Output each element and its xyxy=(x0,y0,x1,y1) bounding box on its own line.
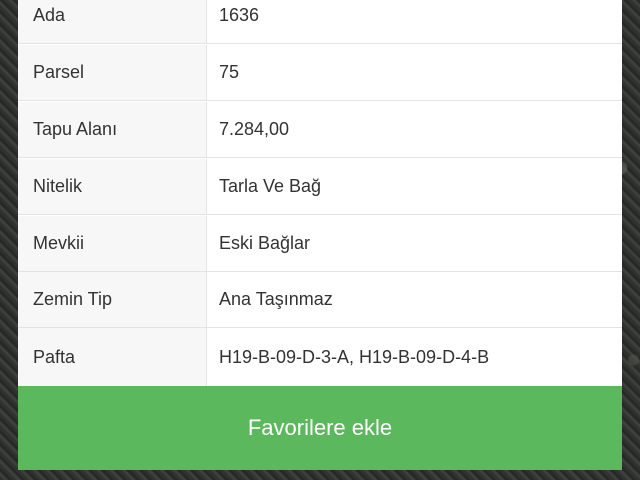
row-label: Parsel xyxy=(18,45,207,100)
table-row-mevkii: Mevkii Eski Bağlar xyxy=(18,216,622,272)
row-label: Zemin Tip xyxy=(18,272,207,327)
row-label: Tapu Alanı xyxy=(18,102,207,157)
table-row-pafta: Pafta H19-B-09-D-3-A, H19-B-09-D-4-B xyxy=(18,328,622,386)
table-row-ada: Ada 1636 xyxy=(18,0,622,44)
table-row-zemin-tip: Zemin Tip Ana Taşınmaz xyxy=(18,272,622,328)
row-value: 7.284,00 xyxy=(207,102,622,157)
row-value: Eski Bağlar xyxy=(207,216,622,271)
table-row-tapu-alani: Tapu Alanı 7.284,00 xyxy=(18,102,622,158)
row-label: Nitelik xyxy=(18,159,207,214)
add-to-favorites-button[interactable]: Favorilere ekle xyxy=(18,386,622,470)
row-label: Mevkii xyxy=(18,216,207,271)
row-value: 75 xyxy=(207,45,622,100)
row-value: Tarla Ve Bağ xyxy=(207,159,622,214)
row-label: Pafta xyxy=(18,328,207,386)
table-row-parsel: Parsel 75 xyxy=(18,45,622,101)
row-value: 1636 xyxy=(207,0,622,43)
property-details-table: Ada 1636 Parsel 75 Tapu Alanı 7.284,00 N… xyxy=(18,0,622,386)
table-row-nitelik: Nitelik Tarla Ve Bağ xyxy=(18,159,622,215)
row-value: H19-B-09-D-3-A, H19-B-09-D-4-B xyxy=(207,328,622,386)
row-label: Ada xyxy=(18,0,207,43)
row-value: Ana Taşınmaz xyxy=(207,272,622,327)
